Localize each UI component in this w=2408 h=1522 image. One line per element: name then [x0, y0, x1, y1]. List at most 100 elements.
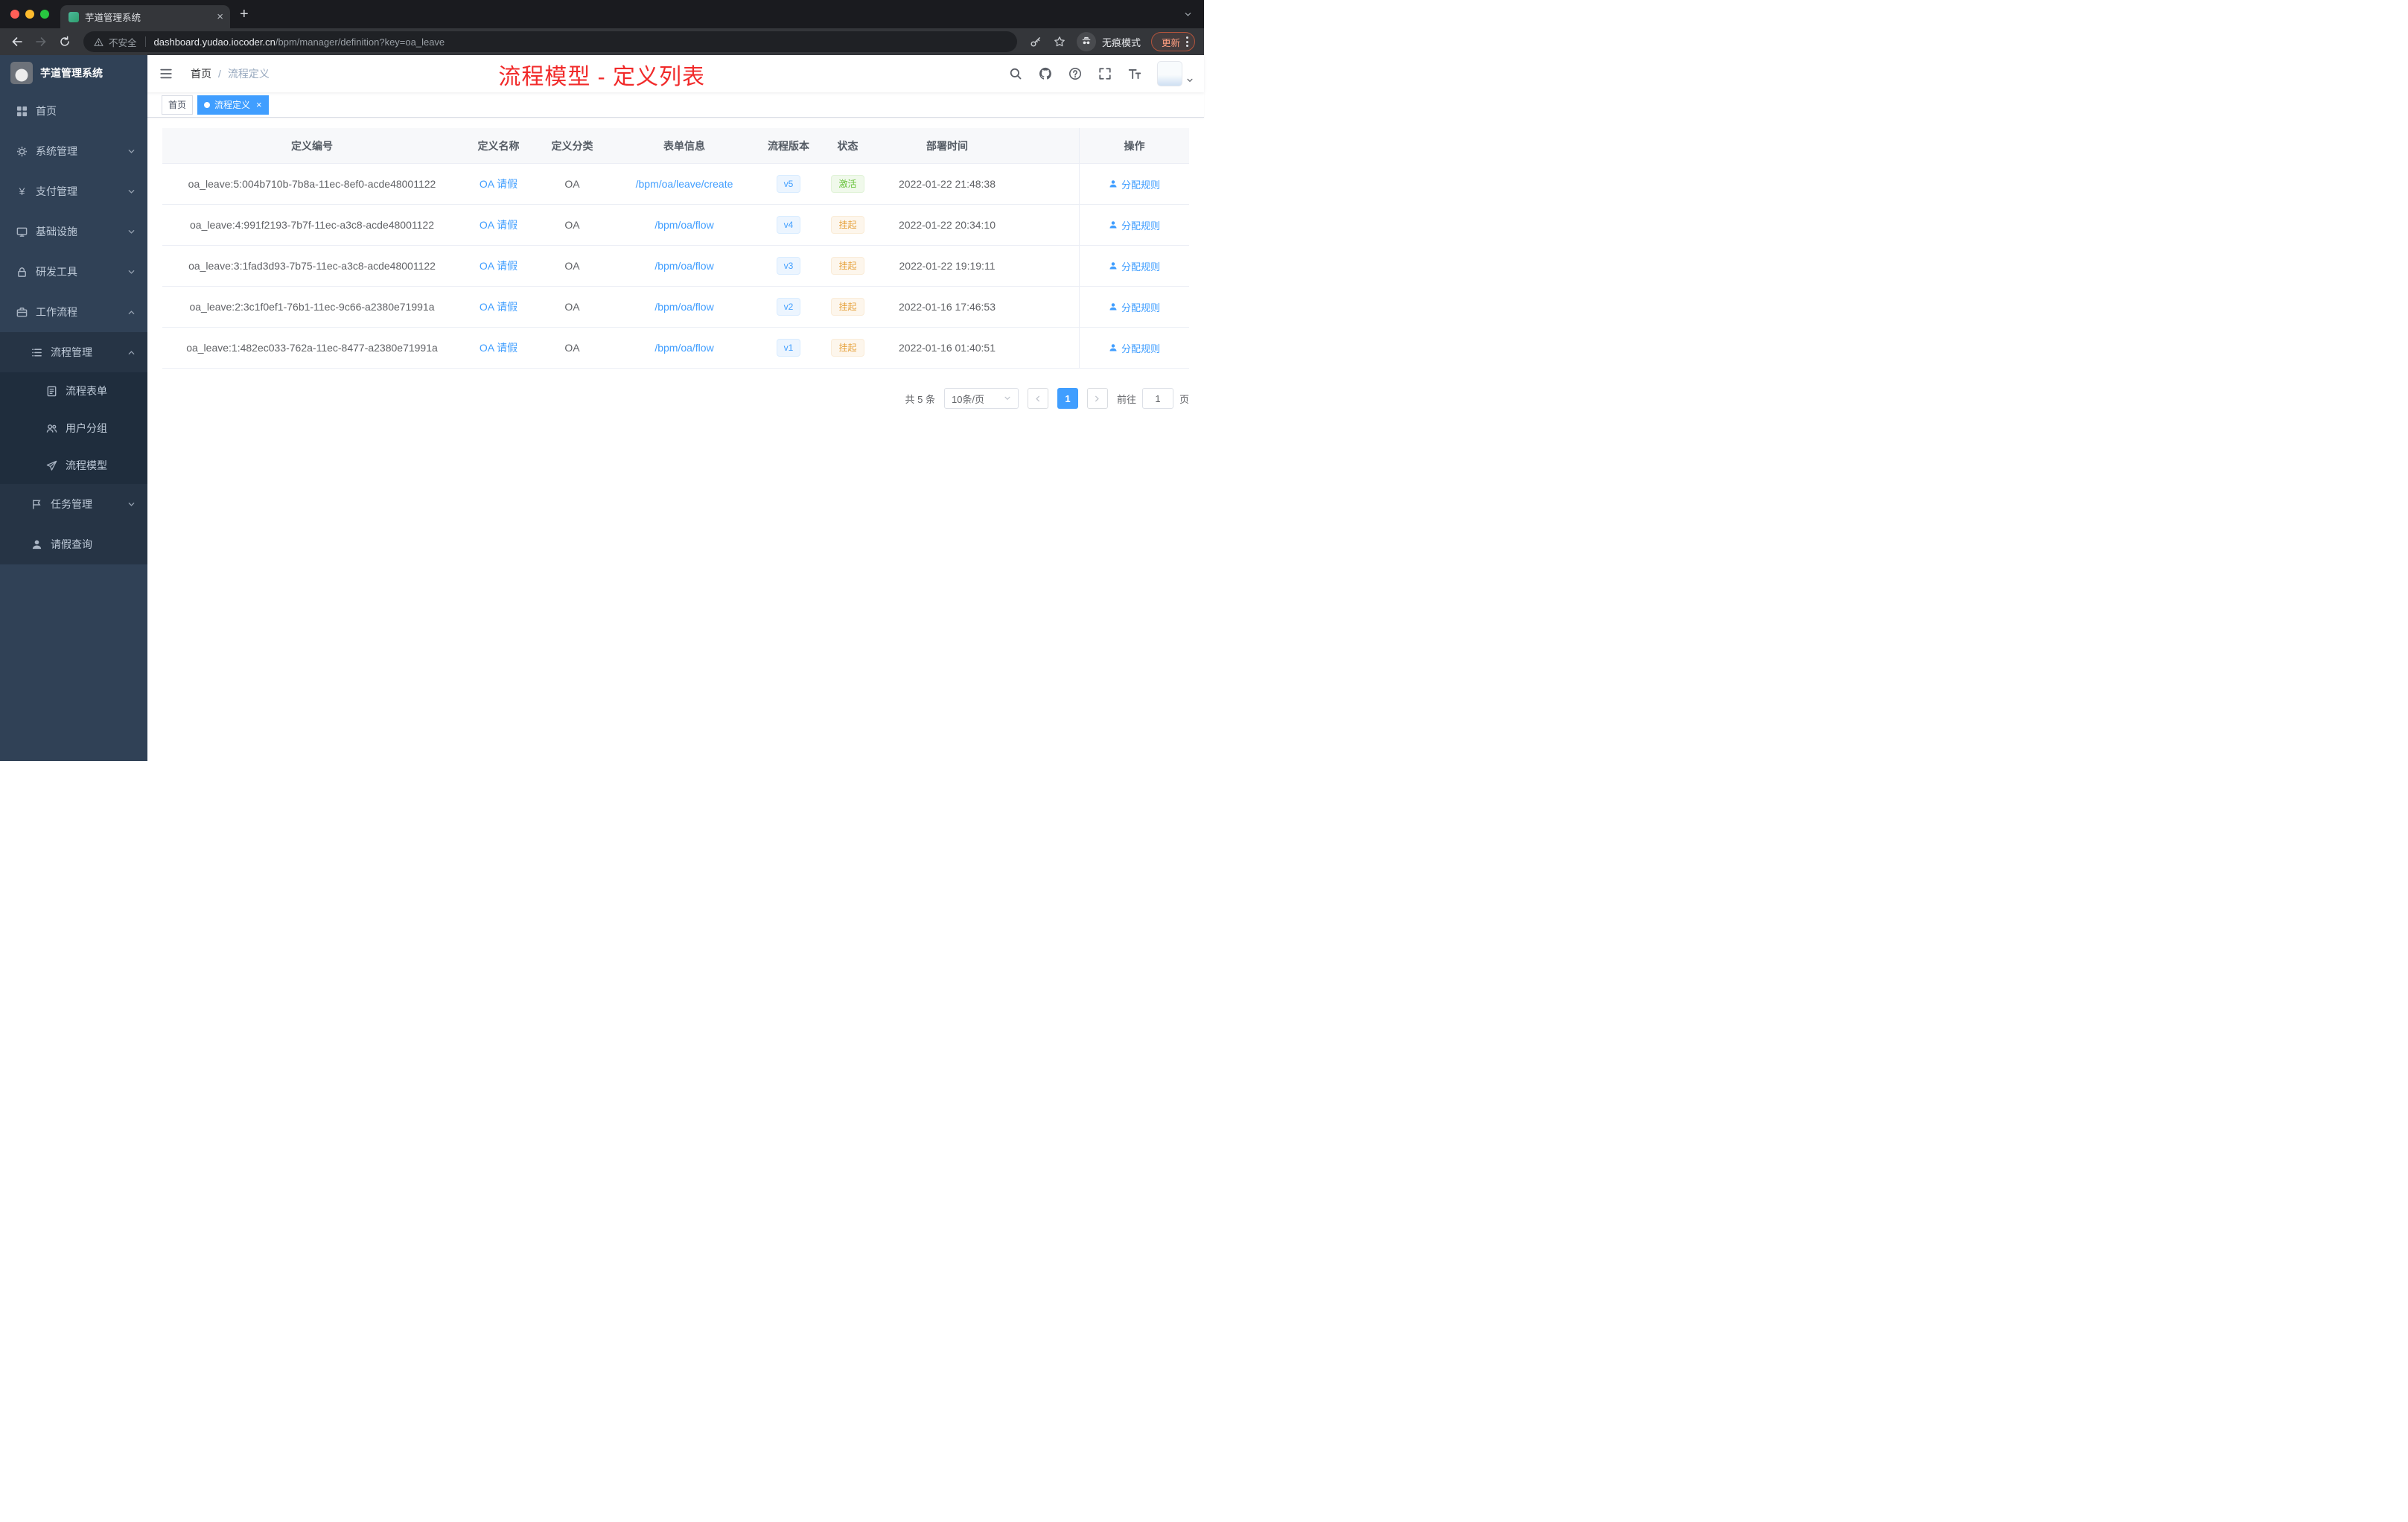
chrome-update-button[interactable]: 更新 — [1150, 32, 1195, 51]
incognito-icon — [1076, 32, 1096, 51]
tab-search-chevron-icon[interactable] — [1184, 10, 1192, 19]
breadcrumb-current: 流程定义 — [227, 68, 270, 80]
assign-rule-link[interactable]: 分配规则 — [1109, 259, 1160, 273]
sidebar-item-task-mgmt[interactable]: 任务管理 — [0, 484, 147, 524]
flag-icon — [31, 499, 42, 510]
sidebar-item-dev-tools[interactable]: 研发工具 — [0, 252, 147, 292]
row-spacer — [1016, 205, 1079, 245]
browser-menu-icon[interactable] — [1186, 36, 1188, 47]
goto-page: 前往 页 — [1117, 388, 1189, 409]
assign-rule-label: 分配规则 — [1121, 179, 1160, 191]
sidebar-item-leave-query[interactable]: 请假查询 — [0, 524, 147, 564]
github-icon[interactable] — [1033, 61, 1057, 86]
user-avatar-menu[interactable] — [1157, 61, 1194, 86]
url-host: dashboard.yudao.iocoder.cn — [153, 36, 275, 48]
sidebar-item-process-model[interactable]: 流程模型 — [0, 447, 147, 484]
assign-rule-link[interactable]: 分配规则 — [1109, 218, 1160, 232]
sidebar-fold-icon[interactable] — [147, 55, 185, 92]
deploy-time: 2022-01-16 17:46:53 — [899, 301, 996, 313]
search-icon[interactable] — [1004, 61, 1028, 86]
sidebar-item-label: 流程模型 — [66, 459, 107, 471]
form-link[interactable]: /bpm/oa/leave/create — [636, 178, 733, 190]
prev-page-button[interactable] — [1027, 388, 1048, 409]
sidebar-item-process-form[interactable]: 流程表单 — [0, 372, 147, 410]
caret-down-icon — [1004, 395, 1011, 402]
user-icon — [1109, 302, 1118, 311]
chevron-up-icon — [127, 348, 136, 357]
sidebar-item-label: 基础设施 — [36, 226, 77, 238]
help-icon[interactable] — [1063, 61, 1087, 86]
assign-rule-label: 分配规则 — [1121, 220, 1160, 232]
font-size-icon[interactable] — [1123, 61, 1147, 86]
tag-close-icon[interactable]: × — [256, 100, 262, 109]
form-link[interactable]: /bpm/oa/flow — [654, 260, 713, 272]
back-button[interactable] — [6, 31, 28, 53]
definition-name-link[interactable]: OA 请假 — [480, 176, 517, 191]
page-size-select[interactable]: 10条/页 — [943, 388, 1019, 409]
address-bar[interactable]: 不安全 dashboard.yudao.iocoder.cn/bpm/manag… — [83, 31, 1017, 52]
definition-id: oa_leave:2:3c1f0ef1-76b1-11ec-9c66-a2380… — [189, 301, 435, 313]
table-row: oa_leave:1:482ec033-762a-11ec-8477-a2380… — [162, 328, 1189, 369]
form-icon — [46, 386, 57, 397]
chevron-left-icon — [1033, 395, 1042, 403]
sidebar-item-process-mgmt[interactable]: 流程管理 — [0, 332, 147, 372]
fullscreen-icon[interactable] — [1093, 61, 1117, 86]
definition-id: oa_leave:1:482ec033-762a-11ec-8477-a2380… — [186, 342, 438, 354]
form-link[interactable]: /bpm/oa/flow — [654, 301, 713, 313]
sidebar-item-workflow[interactable]: 工作流程 — [0, 292, 147, 332]
sidebar-item-label: 研发工具 — [36, 266, 77, 278]
sidebar-item-payment-mgmt[interactable]: ¥ 支付管理 — [0, 171, 147, 211]
breadcrumb-home[interactable]: 首页 — [191, 66, 211, 81]
tag-process-definition[interactable]: 流程定义 × — [197, 95, 269, 115]
bookmark-star-icon[interactable] — [1048, 31, 1071, 53]
form-link[interactable]: /bpm/oa/flow — [654, 219, 713, 231]
sidebar-item-user-group[interactable]: 用户分组 — [0, 410, 147, 447]
definition-category: OA — [564, 219, 580, 231]
sidebar-item-label: 用户分组 — [66, 422, 107, 434]
tag-home[interactable]: 首页 — [162, 95, 194, 115]
sidebar-item-system-mgmt[interactable]: 系统管理 — [0, 131, 147, 171]
tab-close-icon[interactable]: × — [217, 11, 223, 22]
browser-tab[interactable]: 芋道管理系统 × — [60, 5, 230, 28]
forward-button[interactable] — [30, 31, 52, 53]
new-tab-button[interactable]: + — [240, 6, 249, 23]
status-badge: 挂起 — [831, 339, 864, 357]
current-page-button[interactable]: 1 — [1057, 388, 1078, 409]
sidebar-item-infrastructure[interactable]: 基础设施 — [0, 211, 147, 252]
header-actions — [1004, 61, 1194, 86]
goto-page-input[interactable] — [1141, 388, 1173, 409]
column-header-form: 表单信息 — [663, 139, 705, 152]
sidebar-item-home[interactable]: 首页 — [0, 91, 147, 131]
tags-view-bar: 首页 流程定义 × — [147, 92, 1204, 118]
briefcase-icon — [16, 307, 28, 318]
status-badge: 挂起 — [831, 216, 864, 234]
password-key-icon[interactable] — [1025, 31, 1047, 53]
table-row: oa_leave:3:1fad3d93-7b75-11ec-a3c8-acde4… — [162, 246, 1189, 287]
zoom-window-button[interactable] — [40, 10, 49, 19]
user-icon — [1109, 179, 1118, 188]
paper-plane-icon — [46, 460, 57, 471]
assign-rule-link[interactable]: 分配规则 — [1109, 341, 1160, 355]
definition-name-link[interactable]: OA 请假 — [480, 217, 517, 232]
person-icon — [31, 539, 42, 550]
monitor-icon — [16, 226, 28, 238]
minimize-window-button[interactable] — [25, 10, 34, 19]
tab-favicon-icon — [69, 11, 79, 22]
assign-rule-link[interactable]: 分配规则 — [1109, 300, 1160, 314]
sidebar-logo[interactable]: 芋道管理系统 — [0, 55, 147, 91]
definition-name-link[interactable]: OA 请假 — [480, 258, 517, 273]
assign-rule-link[interactable]: 分配规则 — [1109, 177, 1160, 191]
breadcrumb-separator: / — [218, 68, 221, 80]
reload-button[interactable] — [54, 31, 76, 53]
close-window-button[interactable] — [10, 10, 19, 19]
next-page-button[interactable] — [1086, 388, 1108, 409]
caret-down-icon — [1186, 77, 1194, 84]
not-secure-warning-icon[interactable] — [94, 37, 103, 47]
definition-name-link[interactable]: OA 请假 — [480, 340, 517, 355]
definition-name-link[interactable]: OA 请假 — [480, 299, 517, 314]
yen-icon: ¥ — [19, 185, 25, 197]
avatar[interactable] — [1157, 61, 1182, 86]
users-icon — [46, 423, 57, 434]
lock-icon — [16, 267, 28, 278]
form-link[interactable]: /bpm/oa/flow — [654, 342, 713, 354]
